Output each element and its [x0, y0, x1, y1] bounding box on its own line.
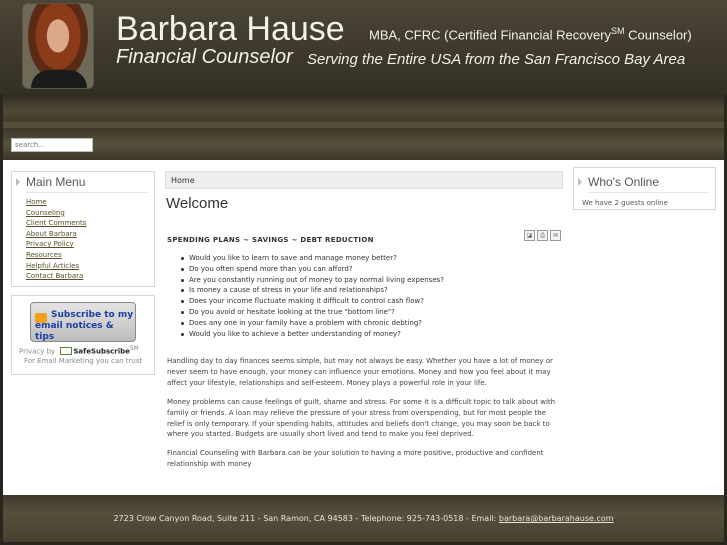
checkmark-icon [60, 347, 73, 356]
safesubscribe-brand: SafeSubscribe [73, 347, 130, 356]
search-input[interactable] [11, 138, 93, 152]
email-marketing-tagline: For Email Marketing you can trust [24, 357, 143, 365]
menu-item-privacy-policy[interactable]: Privacy Policy [26, 239, 154, 250]
site-title: Financial Counselor [116, 46, 293, 68]
subscribe-button-label: Subscribe to my email notices & tips [35, 310, 134, 342]
article-tools: ◪ ⎙ ✉ [522, 222, 561, 241]
service-mark: SM [611, 26, 625, 36]
site-footer: 2723 Crow Canyon Road, Suite 211 - San R… [3, 495, 724, 542]
paragraph-3: Financial Counseling with Barbara can be… [167, 449, 544, 468]
main-menu-title: Main Menu [12, 175, 154, 189]
services-subhead: SPENDING PLANS ~ SAVINGS ~ DEBT REDUCTIO… [167, 236, 374, 244]
pdf-icon[interactable]: ◪ [524, 230, 535, 241]
list-item: Does your income fluctuate making it dif… [180, 296, 444, 307]
subscribe-button[interactable]: Subscribe to my email notices & tips [30, 302, 136, 342]
list-item: Is money a cause of stress in your life … [180, 285, 444, 296]
privacy-prefix: Privacy by [19, 347, 56, 356]
privacy-line: Privacy by SafeSubscribeSM [19, 346, 139, 356]
site-credentials: MBA, CFRC (Certified Financial RecoveryS… [369, 26, 692, 42]
credentials-suffix: Counselor) [624, 27, 692, 43]
site-tagline: Serving the Entire USA from the San Fran… [307, 51, 686, 68]
menu-item-home[interactable]: Home [26, 197, 154, 208]
whos-online-box: Who's Online We have 2 guests online [573, 167, 716, 210]
site-header: Barbara Hause MBA, CFRC (Certified Finan… [0, 0, 727, 94]
menu-item-client-comments[interactable]: Client Comments [26, 218, 154, 229]
footer-email-link[interactable]: barbara@barbarahause.com [499, 514, 614, 523]
safesubscribe-sm: SM [129, 346, 139, 352]
footer-address: 2723 Crow Canyon Road, Suite 211 - San R… [113, 514, 499, 523]
list-item: Does any one in your family have a probl… [180, 318, 444, 329]
list-item: Do you avoid or hesitate looking at the … [180, 307, 444, 318]
list-item: Are you constantly running out of money … [180, 275, 444, 286]
question-list: Would you like to learn to save and mana… [180, 253, 444, 339]
breadcrumb-home[interactable]: Home [171, 176, 195, 185]
list-item: Do you often spend more than you can aff… [180, 264, 444, 275]
footer-contact: 2723 Crow Canyon Road, Suite 211 - San R… [3, 514, 724, 523]
credentials-prefix: MBA, CFRC (Certified Financial Recovery [369, 27, 612, 43]
paragraph-2: Money problems can cause feelings of gui… [167, 398, 556, 439]
profile-photo [22, 3, 94, 89]
page-title: Welcome [166, 195, 229, 212]
paragraph-1: Handling day to day finances seems simpl… [167, 357, 553, 387]
email-icon[interactable]: ✉ [550, 230, 561, 241]
list-item: Would you like to learn to save and mana… [180, 253, 444, 264]
menu-item-contact-barbara[interactable]: Contact Barbara [26, 271, 154, 282]
breadcrumb: Home [165, 171, 563, 189]
subscribe-box: Subscribe to my email notices & tips Pri… [11, 295, 155, 375]
list-item: Would you like to achieve a better under… [180, 329, 444, 340]
menu-item-about-barbara[interactable]: About Barbara [26, 229, 154, 240]
site-name: Barbara Hause [116, 10, 345, 48]
main-menu: Main Menu Home Counseling Client Comment… [11, 171, 155, 287]
nav-band [3, 94, 724, 160]
whos-online-title: Who's Online [574, 175, 715, 189]
whos-online-text: We have 2 guests online [582, 199, 668, 207]
menu-item-counseling[interactable]: Counseling [26, 208, 154, 219]
menu-item-helpful-articles[interactable]: Helpful Articles [26, 261, 154, 272]
menu-item-resources[interactable]: Resources [26, 250, 154, 261]
print-icon[interactable]: ⎙ [537, 230, 548, 241]
